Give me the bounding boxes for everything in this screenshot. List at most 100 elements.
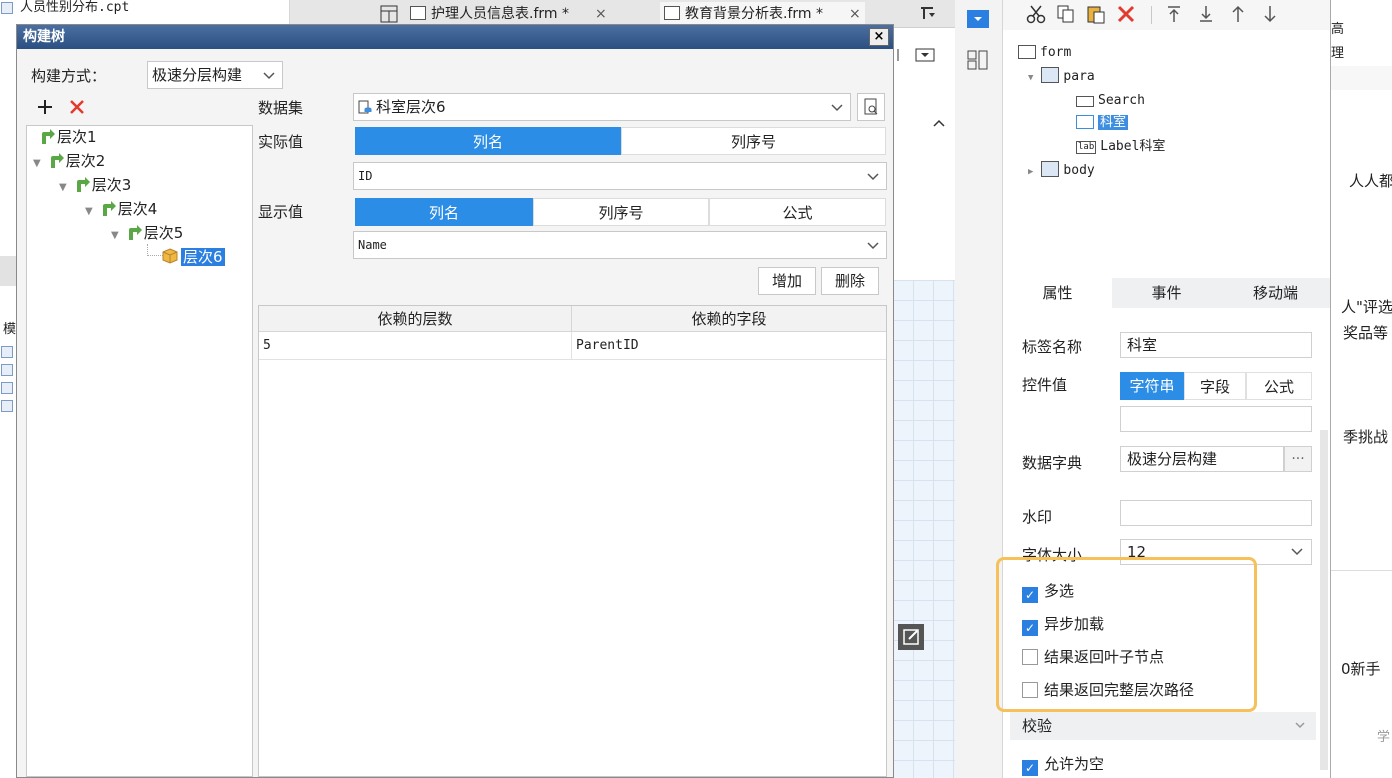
chevron-down-icon[interactable] — [260, 62, 278, 88]
control-value-formula[interactable]: 公式 — [1246, 372, 1312, 400]
expand-icon[interactable]: ▼ — [59, 177, 69, 199]
tab-attributes[interactable]: 属性 — [1003, 278, 1112, 308]
delete-button[interactable]: 删除 — [821, 267, 879, 295]
expand-icon[interactable]: ▼ — [85, 201, 95, 223]
scroll-up-icon[interactable] — [929, 114, 949, 132]
widget-settings-icon[interactable] — [967, 10, 989, 28]
validate-label: 校验 — [1022, 717, 1053, 735]
tree-node-level5[interactable]: ▼ 层次5 — [111, 222, 183, 244]
close-icon[interactable]: × — [849, 6, 861, 22]
preview-dataset-button[interactable] — [857, 93, 885, 121]
expand-icon[interactable]: ▼ — [1028, 73, 1033, 83]
tree-node-level4[interactable]: ▼ 层次4 — [85, 198, 157, 220]
widget-node-keshi[interactable]: 科室 — [1076, 112, 1129, 134]
control-value-string[interactable]: 字符串 — [1120, 372, 1184, 400]
level-arrow-icon — [100, 199, 118, 217]
move-bottom-icon[interactable] — [1195, 3, 1217, 25]
level-tree: 层次1 ▼ 层次2 ▼ 层次3 ▼ 层次4 ▼ 层次5 层次6 — [26, 125, 253, 777]
move-top-icon[interactable] — [1163, 3, 1185, 25]
validate-section[interactable]: 校验 — [1010, 712, 1316, 740]
button-icon — [1076, 96, 1094, 107]
component-list-icon[interactable] — [967, 50, 989, 70]
template-icon — [1, 382, 13, 394]
add-node-icon[interactable] — [35, 97, 55, 117]
collapse-icon[interactable]: ▶ — [1028, 167, 1033, 177]
dropdown-icon[interactable] — [896, 48, 936, 62]
chevron-down-icon[interactable] — [828, 94, 846, 120]
add-button[interactable]: 增加 — [758, 267, 816, 295]
tree-node-level1[interactable]: 层次1 — [29, 126, 97, 148]
dict-more-button[interactable]: ··· — [1284, 446, 1312, 472]
chevron-down-icon[interactable] — [1294, 720, 1306, 730]
label-name-label: 标签名称 — [1022, 338, 1083, 356]
template-icon — [1, 346, 13, 358]
table-header: 依赖的层数 — [259, 306, 572, 332]
tab-events[interactable]: 事件 — [1112, 278, 1221, 308]
cut-icon[interactable] — [1025, 3, 1047, 25]
dialog-title-bar[interactable]: 构建树 × — [17, 25, 893, 49]
build-mode-select[interactable]: 极速分层构建 — [147, 61, 283, 89]
widget-node-body[interactable]: ▶ body — [1028, 160, 1095, 182]
section-label: 模 — [3, 322, 17, 337]
highlight-box — [996, 557, 1257, 712]
panel-icon — [1041, 161, 1060, 177]
display-value-column-index[interactable]: 列序号 — [533, 198, 709, 226]
edit-icon[interactable] — [898, 624, 924, 650]
remove-node-icon[interactable] — [67, 97, 87, 117]
level-arrow-icon — [126, 223, 144, 241]
checkbox-checked-icon[interactable]: ✓ — [1022, 760, 1038, 776]
dataset-label: 数据集 — [258, 99, 304, 117]
close-icon[interactable]: × — [595, 6, 607, 22]
chevron-down-icon[interactable] — [864, 232, 882, 258]
copy-icon[interactable] — [1055, 3, 1077, 25]
tree-node-level2[interactable]: ▼ 层次2 — [33, 150, 105, 172]
fragment-divider — [1331, 570, 1392, 571]
display-value-formula[interactable]: 公式 — [709, 198, 886, 226]
form-icon — [1018, 45, 1036, 59]
tab-menu-icon[interactable] — [920, 6, 936, 20]
table-cell[interactable]: ParentID — [572, 332, 886, 360]
label-name-input[interactable]: 科室 — [1120, 332, 1312, 358]
scrollbar[interactable] — [1320, 430, 1328, 770]
widget-node-search[interactable]: Search — [1076, 90, 1145, 112]
tab-mobile[interactable]: 移动端 — [1221, 278, 1330, 308]
actual-value-column-name[interactable]: 列名 — [355, 127, 621, 155]
display-value-column-name[interactable]: 列名 — [355, 198, 533, 226]
tab-nurse-info[interactable]: 护理人员信息表.frm * × — [410, 2, 607, 26]
checkbox-allow-empty[interactable]: ✓ 允许为空 — [1022, 753, 1104, 776]
tab-education-analysis[interactable]: 教育背景分析表.frm * × — [660, 2, 865, 26]
layout-icon[interactable] — [380, 2, 398, 26]
tree-node-level3[interactable]: ▼ 层次3 — [59, 174, 131, 196]
display-value-field-select[interactable]: Name — [353, 231, 887, 259]
expand-icon[interactable]: ▼ — [111, 225, 121, 247]
fragment-text: 0新手 — [1341, 660, 1381, 678]
control-value-field[interactable]: 字段 — [1184, 372, 1246, 400]
dataset-select[interactable]: 科室层次6 — [353, 93, 851, 121]
actual-value-field-select[interactable]: ID — [353, 162, 887, 190]
close-button[interactable]: × — [869, 28, 889, 46]
delete-icon[interactable] — [1115, 3, 1137, 25]
chevron-down-icon[interactable] — [1288, 545, 1306, 559]
move-down-icon[interactable] — [1259, 3, 1281, 25]
chevron-down-icon[interactable] — [864, 163, 882, 189]
table-cell[interactable]: 5 — [259, 332, 572, 360]
widget-node-label-keshi[interactable]: lab Label科室 — [1076, 136, 1165, 158]
file-item[interactable]: 人员性别分布.cpt — [20, 0, 129, 15]
expand-icon[interactable]: ▼ — [33, 153, 43, 175]
move-up-icon[interactable] — [1227, 3, 1249, 25]
watermark-label: 水印 — [1022, 508, 1053, 526]
control-value-input[interactable] — [1120, 406, 1312, 432]
fragment-text: 人"评选 — [1341, 298, 1392, 316]
level-arrow-icon — [48, 151, 66, 169]
tree-node-level6[interactable]: 层次6 — [161, 246, 225, 268]
watermark-input[interactable] — [1120, 500, 1312, 526]
widget-node-para[interactable]: ▼ para — [1028, 66, 1095, 88]
widget-node-form[interactable]: form — [1018, 42, 1071, 64]
dependency-table: 依赖的层数 依赖的字段 5 ParentID — [258, 305, 887, 777]
dict-value: 极速分层构建 — [1120, 446, 1284, 472]
actual-value-column-index[interactable]: 列序号 — [621, 127, 886, 155]
paste-icon[interactable] — [1085, 3, 1107, 25]
fragment-text: 学 — [1377, 730, 1391, 745]
dialog-title: 构建树 — [23, 29, 65, 45]
browser-fragment: 高 理 人人都 人"评选 奖品等 季挑战 0新手 学 — [1330, 0, 1392, 778]
